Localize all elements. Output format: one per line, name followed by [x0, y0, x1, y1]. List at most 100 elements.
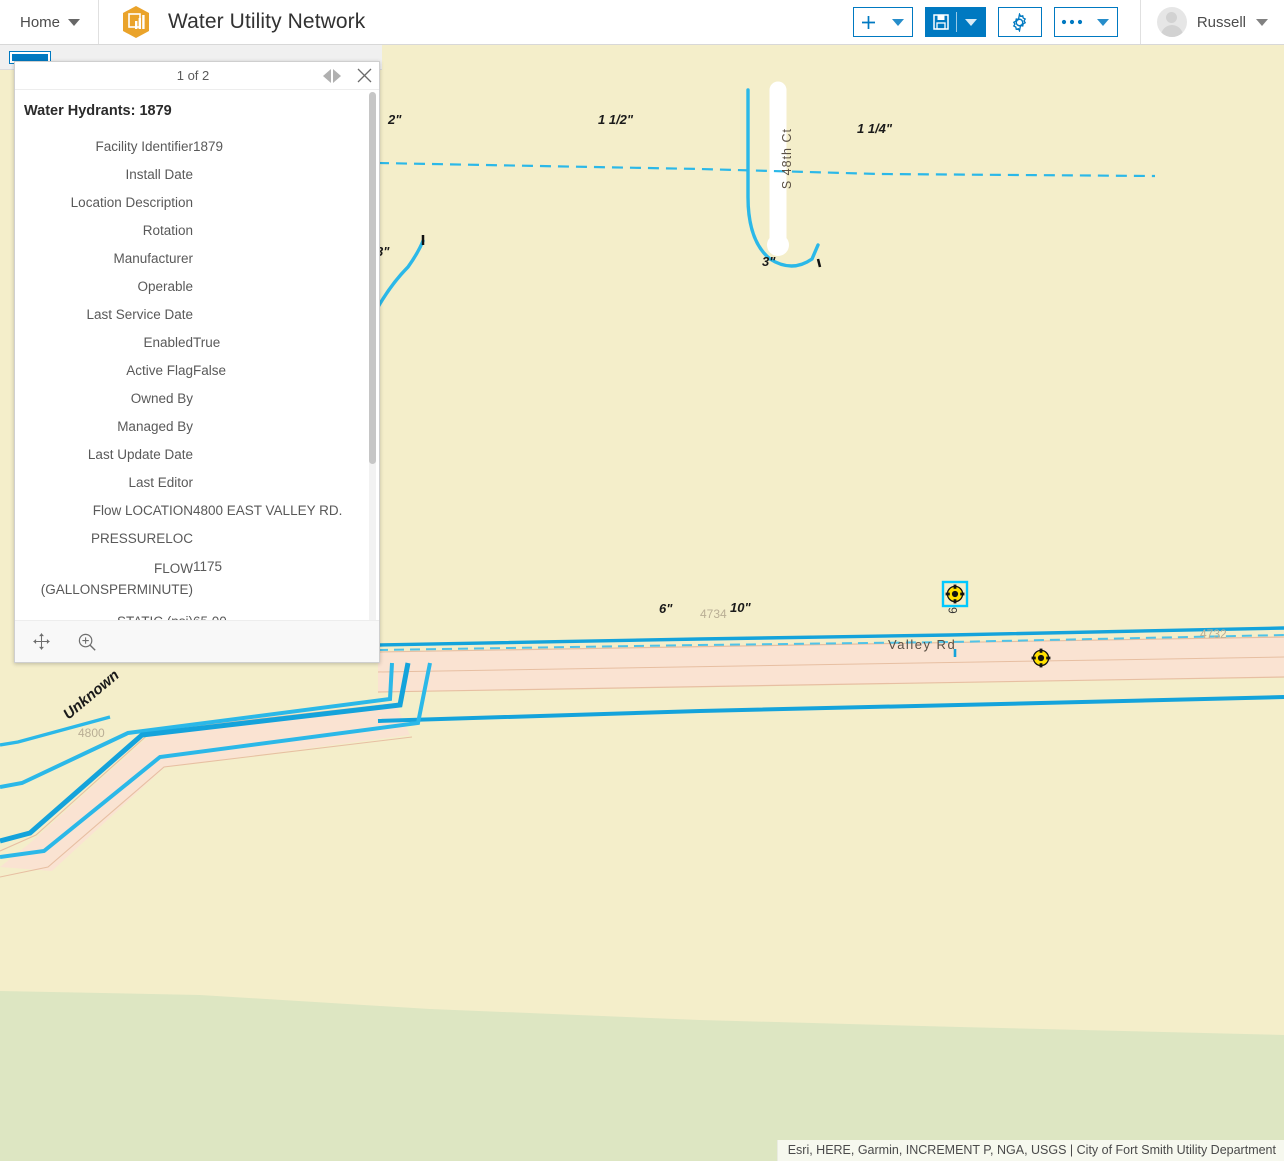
map-label: 6" [659, 601, 673, 616]
attribute-value [193, 413, 373, 441]
attribute-row: STATIC (psi)65.00 [15, 608, 373, 620]
close-icon [357, 68, 371, 83]
triangle-right-icon [333, 68, 341, 83]
save-dropdown-caret[interactable] [957, 8, 985, 36]
popup-scroll-region[interactable]: Water Hydrants: 1879 Facility Identifier… [15, 90, 379, 620]
attribute-value [193, 189, 373, 217]
s-48th-ct-cul-de-sac [767, 234, 789, 256]
hydrant-icon [1031, 648, 1051, 668]
attribute-value [193, 273, 373, 301]
attribute-row: Enabled True [15, 329, 373, 357]
more-options-button[interactable] [1053, 7, 1118, 37]
attribute-key: Last Update Date [87, 447, 193, 462]
attribute-key: Location Description [70, 195, 193, 210]
attribute-row: Flow LOCATION 4800 EAST VALLEY RD. [15, 497, 373, 525]
chevron-down-icon [964, 18, 977, 26]
map-app-logo-icon [121, 5, 151, 39]
hydrant-icon [941, 580, 969, 608]
user-name-label: Russell [1196, 13, 1246, 31]
attribute-value [193, 441, 373, 469]
attribute-row: Last Editor [15, 469, 373, 497]
zoom-to-icon[interactable] [73, 628, 101, 656]
attribute-key: Enabled [143, 335, 193, 350]
map-label: 3" [762, 254, 776, 269]
attribute-value [193, 161, 373, 189]
home-nav-button[interactable]: Home [0, 0, 98, 44]
add-dropdown-caret[interactable] [884, 8, 912, 36]
popup-next-button[interactable] [333, 68, 349, 83]
popup-scrollbar[interactable] [369, 92, 376, 620]
selected-hydrant[interactable] [939, 578, 971, 610]
attribute-key: Managed By [117, 419, 193, 434]
plus-icon [854, 8, 884, 36]
attribute-key: Facility Identifier [95, 139, 193, 154]
attribute-row: Active Flag False [15, 357, 373, 385]
attribute-row: Owned By [15, 385, 373, 413]
avatar [1156, 7, 1187, 37]
settings-button[interactable] [997, 7, 1042, 37]
attribute-row: Rotation [15, 217, 373, 245]
ellipsis-icon [1055, 8, 1089, 36]
attribute-value: False [193, 363, 227, 378]
attribute-key: PRESSURELOC [90, 531, 193, 546]
map-label: 1 1/4" [857, 121, 893, 136]
attribute-key: Rotation [142, 223, 193, 238]
map-label: Valley Rd [888, 637, 957, 652]
attribute-key: Flow LOCATION [92, 503, 193, 518]
map-label: S 48th Ct [780, 128, 794, 190]
more-dropdown-caret[interactable] [1089, 8, 1117, 36]
hydrant[interactable] [1025, 642, 1057, 674]
attribute-value [193, 217, 373, 245]
attribute-value: 65.00 [193, 608, 373, 620]
attribute-key: Manufacturer [113, 251, 193, 266]
popup-header: 1 of 2 [15, 62, 379, 90]
attribute-row: FLOW (GALLONSPERMINUTE) 1175 [15, 553, 373, 608]
attribute-row: Manufacturer [15, 245, 373, 273]
popup-scrollbar-thumb[interactable] [369, 92, 376, 464]
chevron-down-icon [1096, 18, 1109, 26]
attribute-key: Install Date [125, 167, 193, 182]
attribute-row: PRESSURELOC [15, 525, 373, 553]
chevron-down-icon [1256, 18, 1268, 26]
popup-prev-button[interactable] [323, 68, 333, 83]
popup-title: Water Hydrants: 1879 [24, 103, 172, 119]
home-label: Home [20, 13, 61, 31]
attribute-value [193, 469, 373, 497]
attribute-value [193, 245, 373, 273]
feature-popup: 1 of 2 Water Hydrants: 1879 Facility Ide… [14, 61, 380, 663]
attribute-row: Facility Identifier 1879 [15, 133, 373, 161]
attribute-row: Managed By [15, 413, 373, 441]
map-attribution: Esri, HERE, Garmin, INCREMENT P, NGA, US… [776, 1140, 1284, 1161]
popup-pager-label: 1 of 2 [176, 68, 210, 83]
pan-move-icon[interactable] [27, 628, 55, 656]
map-label: 4734 [700, 607, 727, 621]
chevron-down-icon [68, 18, 81, 26]
popup-footer [15, 620, 379, 662]
attribute-key: STATIC (psi) [15, 608, 193, 620]
map-label: 2" [388, 112, 402, 127]
attribute-table: Facility Identifier 1879 Install Date Locat… [15, 133, 373, 620]
attribute-key: Owned By [130, 391, 193, 406]
add-button[interactable] [852, 7, 913, 37]
attribute-row: Last Update Date [15, 441, 373, 469]
popup-close-button[interactable] [349, 63, 379, 89]
attribute-value [193, 525, 373, 553]
user-menu-button[interactable]: Russell [1141, 7, 1284, 37]
attribute-key: FLOW (GALLONSPERMINUTE) [40, 561, 193, 597]
save-button[interactable] [924, 7, 986, 37]
attribute-row: Install Date [15, 161, 373, 189]
map-label: 10" [730, 600, 751, 615]
attribute-key: Active Flag [126, 363, 193, 378]
header-toolbar [852, 7, 1136, 37]
page-title: Water Utility Network [168, 10, 366, 33]
map-label: 1 1/2" [598, 112, 634, 127]
attribute-key: Last Editor [128, 475, 193, 490]
map-label: 4732 [1200, 627, 1227, 641]
popup-body: Water Hydrants: 1879 Facility Identifier… [15, 90, 379, 620]
attribute-value: 1175 [193, 559, 223, 574]
attribute-value [193, 385, 373, 413]
header-divider [98, 0, 100, 44]
attribute-value [193, 301, 373, 329]
attribute-row: Location Description [15, 189, 373, 217]
gear-icon [999, 8, 1041, 36]
